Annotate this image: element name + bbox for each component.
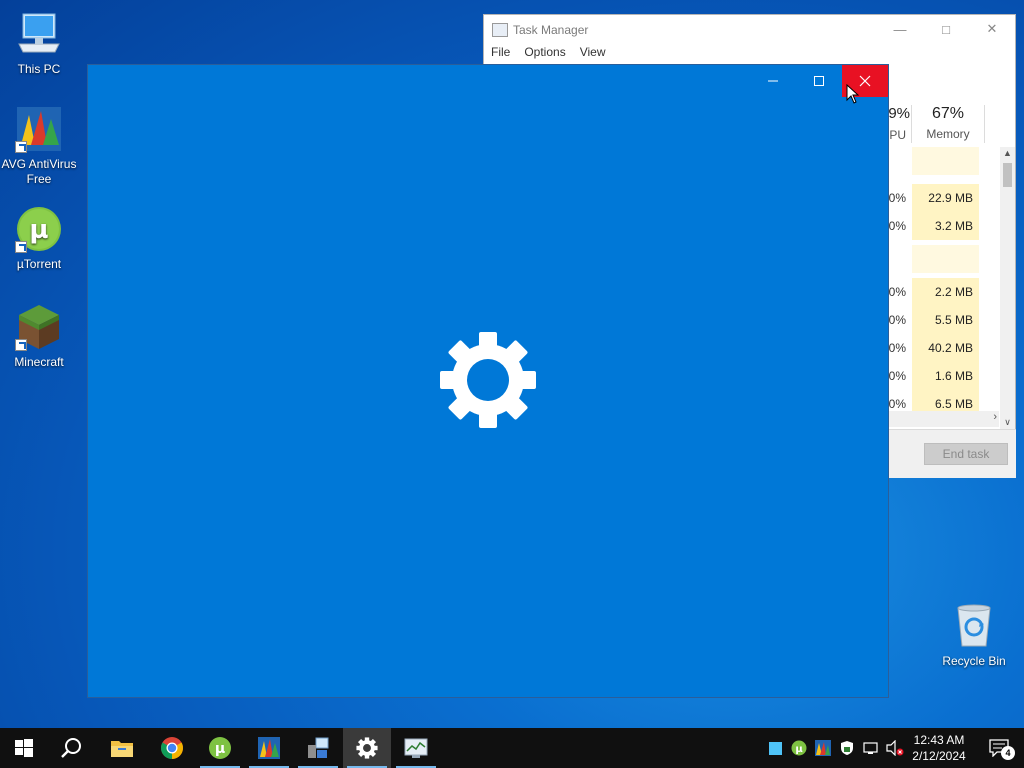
desktop-icon-avg-antivirus[interactable]: AVG AntiVirus Free [0,105,78,187]
minecraft-icon [15,303,63,351]
maximize-icon [814,76,824,86]
blue-square-icon [768,741,782,755]
task-manager-title: Task Manager [513,23,589,37]
vertical-scrollbar[interactable]: ▲ ∨ [1000,147,1015,429]
recycle-bin-icon [950,602,998,650]
memory-cell: 1.6 MB [912,362,979,390]
settings-taskbar-button[interactable] [343,728,391,768]
memory-column-header[interactable]: 67% Memory [912,105,984,141]
maximize-button[interactable]: □ [923,15,969,43]
utorrent-taskbar-button[interactable]: µ [196,728,244,768]
memory-cell: 22.9 MB [912,184,979,212]
utorrent-icon: µ [791,740,807,756]
tray-utorrent[interactable]: µ [787,728,811,768]
settings-icon [356,737,378,759]
file-explorer-button[interactable] [98,728,146,768]
shortcut-arrow-icon [15,141,27,153]
shortcut-arrow-icon [15,339,27,351]
desktop-icon-label: AVG AntiVirus Free [1,157,77,186]
maximize-button[interactable] [796,65,842,97]
clock-time: 12:43 AM [913,733,965,747]
svg-text:µ: µ [29,215,48,245]
memory-cell: 3.2 MB [912,212,979,240]
desktop-icon-label: Recycle Bin [942,654,1006,668]
memory-header-label: Memory [926,127,970,141]
memory-header-percent: 67% [931,105,965,122]
desktop-icon-recycle-bin[interactable]: Recycle Bin [935,602,1013,669]
desktop-icon-label: µTorrent [16,257,62,271]
scrollbar-thumb[interactable] [1003,163,1012,187]
task-manager-icon [492,23,508,37]
control-panel-taskbar-button[interactable] [294,728,342,768]
memory-cell [912,147,979,175]
taskbar: µ µ 12:43 AM 2/12/2024 4 [0,728,1024,768]
end-task-button[interactable]: End task [924,443,1008,465]
chrome-button[interactable] [148,728,196,768]
tray-app-icon[interactable] [763,728,787,768]
search-icon [61,738,81,758]
desktop-icon-minecraft[interactable]: Minecraft [0,303,78,370]
system-tray: µ [763,728,907,768]
clock-date: 2/12/2024 [912,749,966,763]
scroll-up-icon[interactable]: ▲ [1000,148,1015,158]
close-button[interactable]: ✕ [969,15,1015,43]
menu-options[interactable]: Options [524,45,565,65]
action-center-button[interactable]: 4 [979,728,1019,768]
svg-text:µ: µ [795,744,803,755]
desktop-icon-utorrent[interactable]: µ µTorrent [0,205,78,272]
memory-cell [912,245,979,273]
avg-icon [15,105,63,153]
avg-icon [815,740,831,756]
start-icon [15,739,33,757]
menu-file[interactable]: File [491,45,510,65]
chrome-icon [161,737,183,759]
shortcut-arrow-icon [15,241,27,253]
minimize-icon [768,80,778,82]
network-icon [863,742,878,754]
close-icon [859,75,871,87]
volume-muted-icon [886,740,904,756]
desktop-icon-label: This PC [17,62,61,76]
menu-view[interactable]: View [580,45,606,65]
desktop-icon-this-pc[interactable]: This PC [0,10,78,77]
gear-icon [440,332,536,428]
control-panel-icon [308,737,329,758]
scroll-down-icon[interactable]: ∨ [1000,417,1015,428]
memory-cell: 5.5 MB [912,306,979,334]
this-pc-icon [15,10,63,58]
column-divider [984,105,985,143]
utorrent-icon: µ [209,737,231,759]
settings-window[interactable] [87,64,889,698]
memory-cell: 2.2 MB [912,278,979,306]
desktop-icon-label: Minecraft [14,355,64,369]
search-button[interactable] [48,728,96,768]
avg-icon [258,737,280,759]
scroll-right-icon[interactable]: › [993,411,997,423]
horizontal-scrollbar[interactable]: › [889,411,999,427]
minimize-button[interactable]: — [877,15,923,43]
task-manager-menubar: File Options View [484,45,1015,65]
notification-count-badge: 4 [1001,746,1015,760]
tray-volume[interactable] [883,728,907,768]
minimize-button[interactable] [750,65,796,97]
task-manager-icon [404,738,428,758]
tray-security[interactable] [835,728,859,768]
mouse-cursor-icon [846,84,860,104]
memory-cell: 40.2 MB [912,334,979,362]
tray-network[interactable] [859,728,883,768]
utorrent-icon: µ [15,205,63,253]
taskbar-clock[interactable]: 12:43 AM 2/12/2024 [906,732,972,764]
start-button[interactable] [0,728,48,768]
avg-taskbar-button[interactable] [245,728,293,768]
svg-text:µ: µ [215,741,225,757]
task-manager-taskbar-button[interactable] [392,728,440,768]
shield-icon [841,741,853,755]
tray-avg[interactable] [811,728,835,768]
file-explorer-icon [111,741,133,757]
